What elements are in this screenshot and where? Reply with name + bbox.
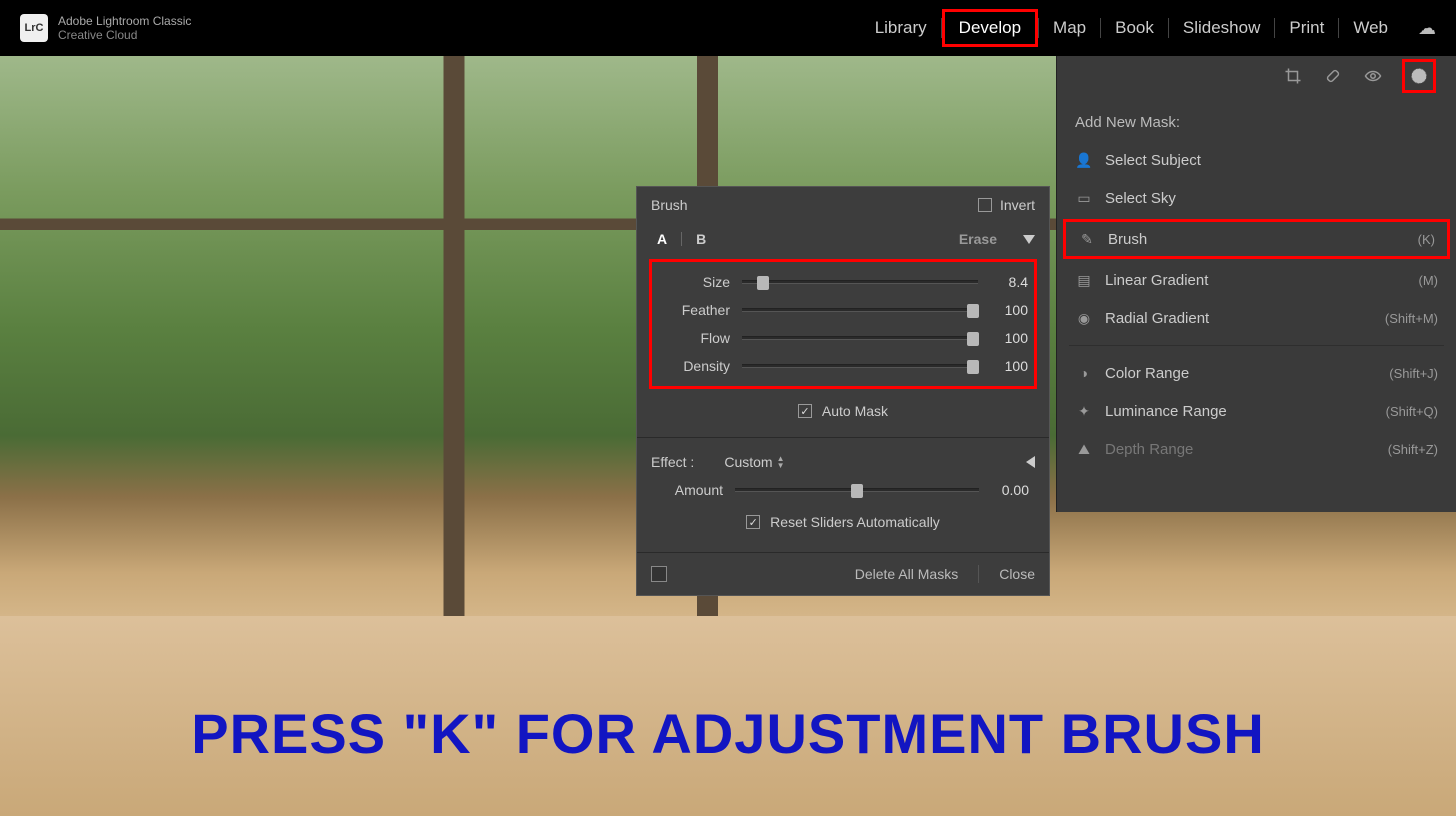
reset-sliders-checkbox[interactable] [746,515,760,529]
density-label: Density [658,358,730,374]
module-web[interactable]: Web [1339,12,1402,44]
flow-value: 100 [990,330,1028,346]
brush-b-button[interactable]: B [690,229,712,249]
amount-slider[interactable] [735,488,979,492]
top-bar: LrC Adobe Lightroom Classic Creative Clo… [0,0,1456,56]
mask-linear-gradient[interactable]: ▤ Linear Gradient (M) [1057,261,1456,299]
redeye-tool-icon[interactable] [1362,65,1384,87]
mask-luminance-range[interactable]: ✦ Luminance Range (Shift+Q) [1057,392,1456,430]
mask-color-range[interactable]: ◑ Color Range (Shift+J) [1057,354,1456,392]
brush-icon: ✎ [1078,230,1096,248]
module-print[interactable]: Print [1275,12,1338,44]
module-picker: Library Develop Map Book Slideshow Print… [861,9,1436,47]
mask-panel: Add New Mask: 👤 Select Subject ▭ Select … [1056,56,1456,512]
amount-value: 0.00 [991,482,1029,498]
mask-depth-range: ⛰ Depth Range (Shift+Z) [1057,430,1456,468]
erase-button[interactable]: Erase [959,231,997,247]
linear-gradient-icon: ▤ [1075,271,1093,289]
tutorial-annotation: PRESS "K" FOR ADJUSTMENT BRUSH [0,701,1456,766]
radial-gradient-icon: ◉ [1075,309,1093,327]
mask-radial-gradient[interactable]: ◉ Radial Gradient (Shift+M) [1057,299,1456,337]
workspace: PRESS "K" FOR ADJUSTMENT BRUSH Brush Inv… [0,56,1456,816]
delete-all-masks-button[interactable]: Delete All Masks [855,566,958,582]
feather-label: Feather [658,302,730,318]
flow-label: Flow [658,330,730,346]
mask-brush[interactable]: ✎ Brush (K) [1063,219,1450,259]
effect-dropdown[interactable]: Custom ▲▼ [724,454,784,470]
masking-tool-icon[interactable] [1402,59,1436,93]
invert-checkbox[interactable] [978,198,992,212]
density-slider[interactable] [742,364,978,368]
reset-sliders-label: Reset Sliders Automatically [770,514,940,530]
invert-label: Invert [1000,197,1035,213]
sky-icon: ▭ [1075,189,1093,207]
module-book[interactable]: Book [1101,12,1168,44]
brush-panel-title: Brush [651,197,688,213]
add-new-mask-label: Add New Mask: [1057,96,1456,141]
feather-slider[interactable] [742,308,978,312]
color-range-icon: ◑ [1075,364,1093,382]
luminance-range-icon: ✦ [1075,402,1093,420]
app-logo: LrC [20,14,48,42]
brush-a-button[interactable]: A [651,229,673,249]
brush-sliders-highlight: Size 8.4 Feather 100 Flow 100 Density 10… [649,259,1037,389]
flow-slider[interactable] [742,336,978,340]
brush-settings-panel: Brush Invert A B Erase Size 8.4 Feather … [636,186,1050,596]
effect-label: Effect : [651,454,694,470]
feather-value: 100 [990,302,1028,318]
module-library[interactable]: Library [861,12,941,44]
cloud-sync-icon[interactable]: ☁ [1418,18,1436,39]
module-map[interactable]: Map [1039,12,1100,44]
module-develop[interactable]: Develop [942,9,1038,47]
app-title: Adobe Lightroom Classic Creative Cloud [58,14,191,43]
brush-shortcut: (K) [1418,232,1435,247]
expand-left-icon[interactable] [1026,456,1035,468]
size-slider[interactable] [742,280,978,284]
close-button[interactable]: Close [999,566,1035,582]
auto-mask-checkbox[interactable] [798,404,812,418]
mask-select-sky[interactable]: ▭ Select Sky [1057,179,1456,217]
crop-tool-icon[interactable] [1282,65,1304,87]
size-label: Size [658,274,730,290]
module-slideshow[interactable]: Slideshow [1169,12,1275,44]
auto-mask-label: Auto Mask [822,403,888,419]
mask-select-subject[interactable]: 👤 Select Subject [1057,141,1456,179]
collapse-icon[interactable] [1023,235,1035,244]
size-value: 8.4 [990,274,1028,290]
amount-label: Amount [651,482,723,498]
density-value: 100 [990,358,1028,374]
updown-icon: ▲▼ [777,455,785,469]
mask-toggle-switch[interactable] [651,566,667,582]
person-icon: 👤 [1075,151,1093,169]
depth-range-icon: ⛰ [1075,440,1093,458]
heal-tool-icon[interactable] [1322,65,1344,87]
